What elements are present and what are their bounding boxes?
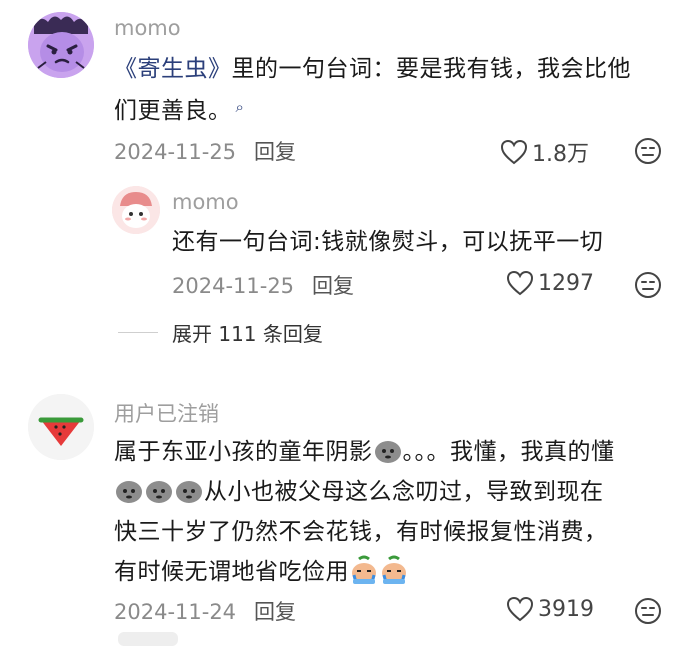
expand-replies-label: 展开 111 条回复: [172, 322, 323, 346]
crying-emoji-icon: [352, 555, 376, 584]
like-count: 1297: [538, 270, 594, 296]
comment-date: 2024-11-25: [114, 140, 237, 164]
comment-text-part: 们更善良。: [114, 98, 232, 124]
comment-meta: 2024-11-24 回复: [114, 596, 296, 626]
divider: [118, 332, 158, 333]
crying-emoji-icon: [382, 555, 406, 584]
heart-icon: [500, 139, 528, 165]
comment-meta: 2024-11-25 回复: [114, 136, 296, 166]
like-button[interactable]: 1297: [506, 270, 594, 296]
grey-blob-emoji-icon: [146, 481, 172, 503]
movie-link[interactable]: 《寄生虫》: [114, 56, 232, 82]
search-icon[interactable]: ⌕: [236, 98, 245, 116]
dislike-face-icon[interactable]: [634, 137, 662, 165]
heart-icon: [506, 596, 534, 622]
like-button[interactable]: 3919: [506, 596, 594, 622]
reply-button[interactable]: 回复: [254, 600, 296, 624]
avatar[interactable]: [28, 12, 94, 78]
expand-replies-button[interactable]: 展开 111 条回复: [118, 318, 323, 347]
comment-text-part: 。。。我懂，我真的懂: [402, 439, 615, 465]
partial-element: [118, 632, 178, 646]
reply-button[interactable]: 回复: [312, 274, 354, 298]
dislike-face-icon[interactable]: [634, 271, 662, 299]
watermelon-avatar-icon: [28, 394, 94, 460]
comment-text-part: 有时候无谓地省吃俭用: [114, 559, 349, 585]
comment-text: 属于东亚小孩的童年阴影 。。。我懂，我真的懂 从小也被父母这么念叨过，导致到现在 …: [114, 432, 674, 592]
username[interactable]: momo: [114, 16, 181, 40]
grey-blob-emoji-icon: [116, 481, 142, 503]
avatar[interactable]: [28, 394, 94, 460]
pink-cartoon-avatar-icon: [112, 186, 160, 234]
comment-date: 2024-11-25: [172, 274, 295, 298]
username[interactable]: momo: [172, 190, 239, 214]
comment-text: 还有一句台词:钱就像熨斗，可以抚平一切: [172, 229, 604, 255]
avatar[interactable]: [112, 186, 160, 234]
like-count: 1.8万: [532, 142, 589, 167]
comment-text-part: 快三十岁了仍然不会花钱，有时候报复性消费，: [114, 519, 608, 545]
comment-text-part: 里的一句台词：要是我有钱，我会比他: [231, 56, 631, 82]
heart-icon: [506, 270, 534, 296]
purple-monster-avatar-icon: [28, 12, 94, 78]
comment-text-part: 属于东亚小孩的童年阴影: [114, 439, 373, 465]
grey-blob-emoji-icon: [374, 441, 401, 463]
comment-text: 《寄生虫》里的一句台词：要是我有钱，我会比他 们更善良。 ⌕: [114, 50, 674, 130]
comment-date: 2024-11-24: [114, 600, 237, 624]
grey-blob-emoji-icon: [176, 481, 202, 503]
username[interactable]: 用户已注销: [114, 398, 219, 428]
like-count: 3919: [538, 596, 594, 622]
like-button[interactable]: 1.8万: [500, 136, 589, 168]
comment-meta: 2024-11-25 回复: [172, 270, 354, 300]
dislike-face-icon[interactable]: [634, 597, 662, 625]
reply-button[interactable]: 回复: [254, 140, 296, 164]
comment-text-part: 从小也被父母这么念叨过，导致到现在: [204, 479, 604, 505]
